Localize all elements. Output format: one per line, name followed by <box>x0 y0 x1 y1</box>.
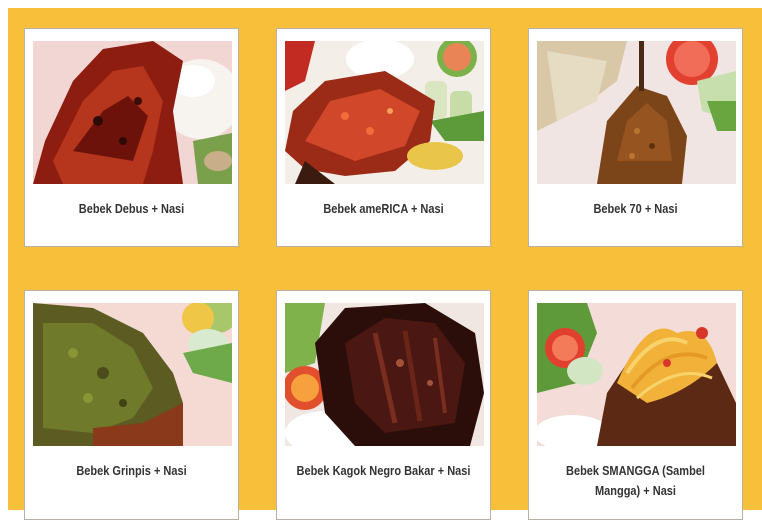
grilled-duck-red-glaze-icon[interactable] <box>33 41 232 184</box>
menu-card[interactable]: Bebek ameRICA + Nasi <box>276 28 491 247</box>
menu-item-title[interactable]: Bebek 70 + Nasi <box>547 199 724 219</box>
menu-item-title[interactable]: Bebek SMANGGA (Sambel Mangga) + Nasi <box>547 461 724 501</box>
duck-chili-sauce-icon[interactable] <box>285 41 484 184</box>
menu-card[interactable]: Bebek Grinpis + Nasi <box>24 290 239 520</box>
duck-green-sambal-icon[interactable] <box>33 303 232 446</box>
menu-card[interactable]: Bebek SMANGGA (Sambel Mangga) + Nasi <box>528 290 743 520</box>
menu-item-title[interactable]: Bebek Grinpis + Nasi <box>43 461 220 481</box>
page: Bebek Debus + Nasi Bebek ameRICA + Nasi … <box>0 0 762 520</box>
menu-item-title[interactable]: Bebek ameRICA + Nasi <box>295 199 472 219</box>
menu-item-title[interactable]: Bebek Debus + Nasi <box>43 199 220 219</box>
menu-item-title[interactable]: Bebek Kagok Negro Bakar + Nasi <box>295 461 472 481</box>
duck-crispy-floss-icon[interactable] <box>537 41 736 184</box>
menu-card[interactable]: Bebek 70 + Nasi <box>528 28 743 247</box>
menu-card[interactable]: Bebek Kagok Negro Bakar + Nasi <box>276 290 491 520</box>
menu-card[interactable]: Bebek Debus + Nasi <box>24 28 239 247</box>
black-grilled-duck-icon[interactable] <box>285 303 484 446</box>
duck-mango-sambal-icon[interactable] <box>537 303 736 446</box>
